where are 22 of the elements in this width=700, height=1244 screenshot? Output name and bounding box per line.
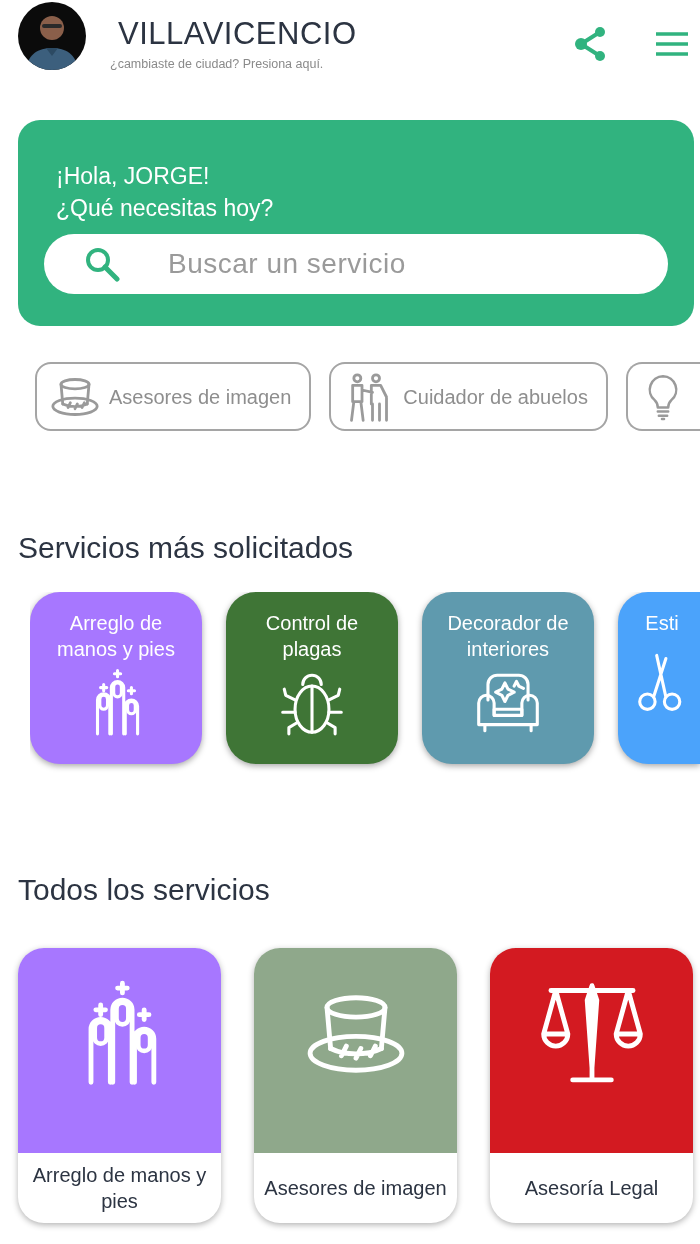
service-name: Asesores de imagen [264, 1176, 447, 1201]
menu-icon[interactable] [656, 32, 688, 56]
service-card[interactable]: Asesoría Legal [490, 948, 693, 1223]
service-tile[interactable]: Control de plagas [226, 592, 398, 764]
service-tile[interactable]: Arreglo de manos y pies [30, 592, 202, 764]
share-icon[interactable] [574, 26, 608, 62]
question-text: ¿Qué necesitas hoy? [56, 194, 275, 224]
service-name: Arreglo de manos y pies [31, 1163, 208, 1214]
city-name[interactable]: VILLAVICENCIO [118, 18, 357, 49]
service-tile[interactable]: Esti [618, 592, 700, 764]
search-field[interactable]: Buscar un servicio [44, 234, 668, 295]
service-card[interactable]: Arreglo de manos y pies [18, 948, 221, 1223]
category-chip[interactable]: Cuidador de abuelos [329, 362, 608, 431]
change-city-link[interactable]: ¿cambiaste de ciudad? Presiona aquí. [110, 55, 357, 74]
category-chip[interactable]: Asesores de imagen [35, 362, 312, 431]
section-title: Todos los servicios [18, 872, 271, 908]
category-chip[interactable] [625, 362, 700, 431]
service-name: Asesoría Legal [524, 1176, 659, 1201]
service-card[interactable]: Asesores de imagen [254, 948, 457, 1223]
service-tile[interactable]: Decorador de interiores [422, 592, 594, 764]
section-title: Servicios más solicitados [18, 530, 355, 566]
greeting-text: ¡Hola, JORGE! [56, 162, 211, 191]
